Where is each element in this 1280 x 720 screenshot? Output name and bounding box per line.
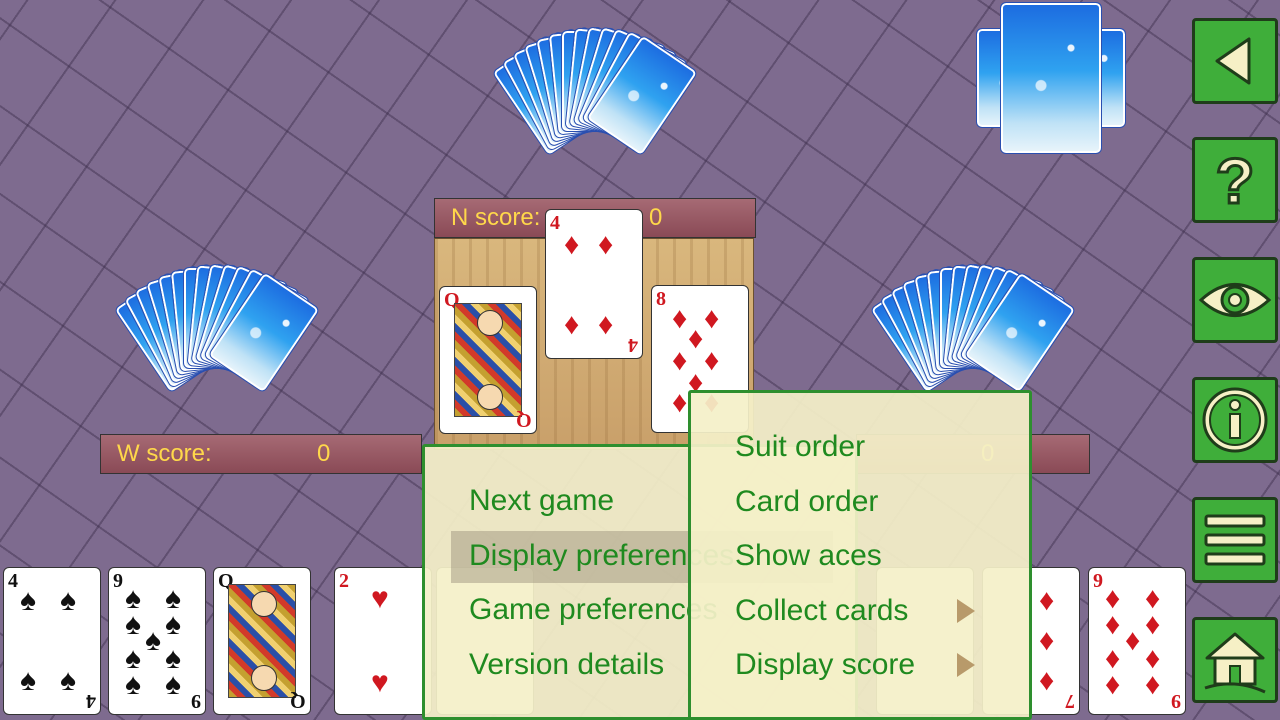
hand-card-two-hearts[interactable]: 2 ♥ ♥	[334, 567, 432, 715]
menu-item-game-preferences[interactable]: Game preferences	[469, 590, 717, 630]
card-rank: 8	[656, 288, 666, 310]
svg-text:?: ?	[1215, 145, 1254, 215]
home-icon	[1204, 632, 1266, 694]
card-rank-inverted: Q	[516, 409, 532, 431]
north-score-label: N score:	[451, 204, 541, 231]
card-rank: 2	[339, 570, 349, 592]
card-rank-inverted: 4	[86, 690, 96, 712]
card-rank-inverted: 4	[628, 334, 638, 356]
trick-card-four-diamonds: 4 ♦ ♦ ♦ ♦ 4	[545, 209, 643, 359]
eye-icon	[1198, 283, 1272, 317]
west-score-label: W score:	[117, 440, 212, 467]
display-preferences-submenu: Suit order Card order Show aces Collect …	[688, 390, 1032, 720]
queen-portrait	[454, 303, 522, 417]
card-rank: 4	[8, 570, 18, 592]
menu-item-version-details[interactable]: Version details	[469, 645, 664, 685]
deck-card[interactable]	[1000, 2, 1102, 154]
back-arrow-icon	[1215, 37, 1251, 85]
hand-card-nine-diamonds[interactable]: 9 ♦ ♦ ♦ ♦ ♦ ♦ ♦ ♦ ♦ 9	[1088, 567, 1186, 715]
submenu-item-collect-cards[interactable]: Collect cards	[735, 591, 908, 631]
card-rank-inverted: 7	[1065, 690, 1075, 712]
menu-button[interactable]	[1192, 497, 1278, 583]
card-rank: 9	[113, 570, 123, 592]
submenu-item-card-order[interactable]: Card order	[735, 482, 878, 522]
north-score-value: 0	[649, 204, 663, 231]
home-button[interactable]	[1192, 617, 1278, 703]
menu-icon	[1204, 514, 1266, 566]
hand-card-four-spades[interactable]: 4 ♠ ♠ ♠ ♠ 4	[3, 567, 101, 715]
submenu-item-display-score[interactable]: Display score	[735, 645, 915, 685]
west-hand	[113, 262, 321, 403]
north-hand	[491, 25, 699, 166]
submenu-item-show-aces[interactable]: Show aces	[735, 536, 882, 576]
hand-card-nine-spades[interactable]: 9 ♠ ♠ ♠ ♠ ♠ ♠ ♠ ♠ ♠ 9	[108, 567, 206, 715]
help-button[interactable]: ?	[1192, 137, 1278, 223]
info-button[interactable]	[1192, 377, 1278, 463]
chevron-right-icon	[957, 599, 975, 623]
view-button[interactable]	[1192, 257, 1278, 343]
help-icon: ?	[1214, 145, 1256, 215]
west-score-bar: W score: 0	[100, 434, 422, 474]
menu-item-next-game[interactable]: Next game	[469, 481, 614, 521]
submenu-item-suit-order[interactable]: Suit order	[735, 427, 865, 467]
card-rank-inverted: 9	[191, 690, 201, 712]
trick-card-queen-diamonds: Q Q	[439, 286, 537, 434]
card-rank: 9	[1093, 570, 1103, 592]
info-icon	[1202, 387, 1268, 453]
chevron-right-icon	[957, 653, 975, 677]
hand-card-queen-spades[interactable]: Q Q	[213, 567, 311, 715]
west-score-value: 0	[317, 440, 331, 467]
card-rank: 4	[550, 212, 560, 234]
queen-portrait	[228, 584, 296, 698]
card-rank-inverted: 9	[1171, 690, 1181, 712]
card-rank-inverted: Q	[290, 690, 306, 712]
back-button[interactable]	[1192, 18, 1278, 104]
